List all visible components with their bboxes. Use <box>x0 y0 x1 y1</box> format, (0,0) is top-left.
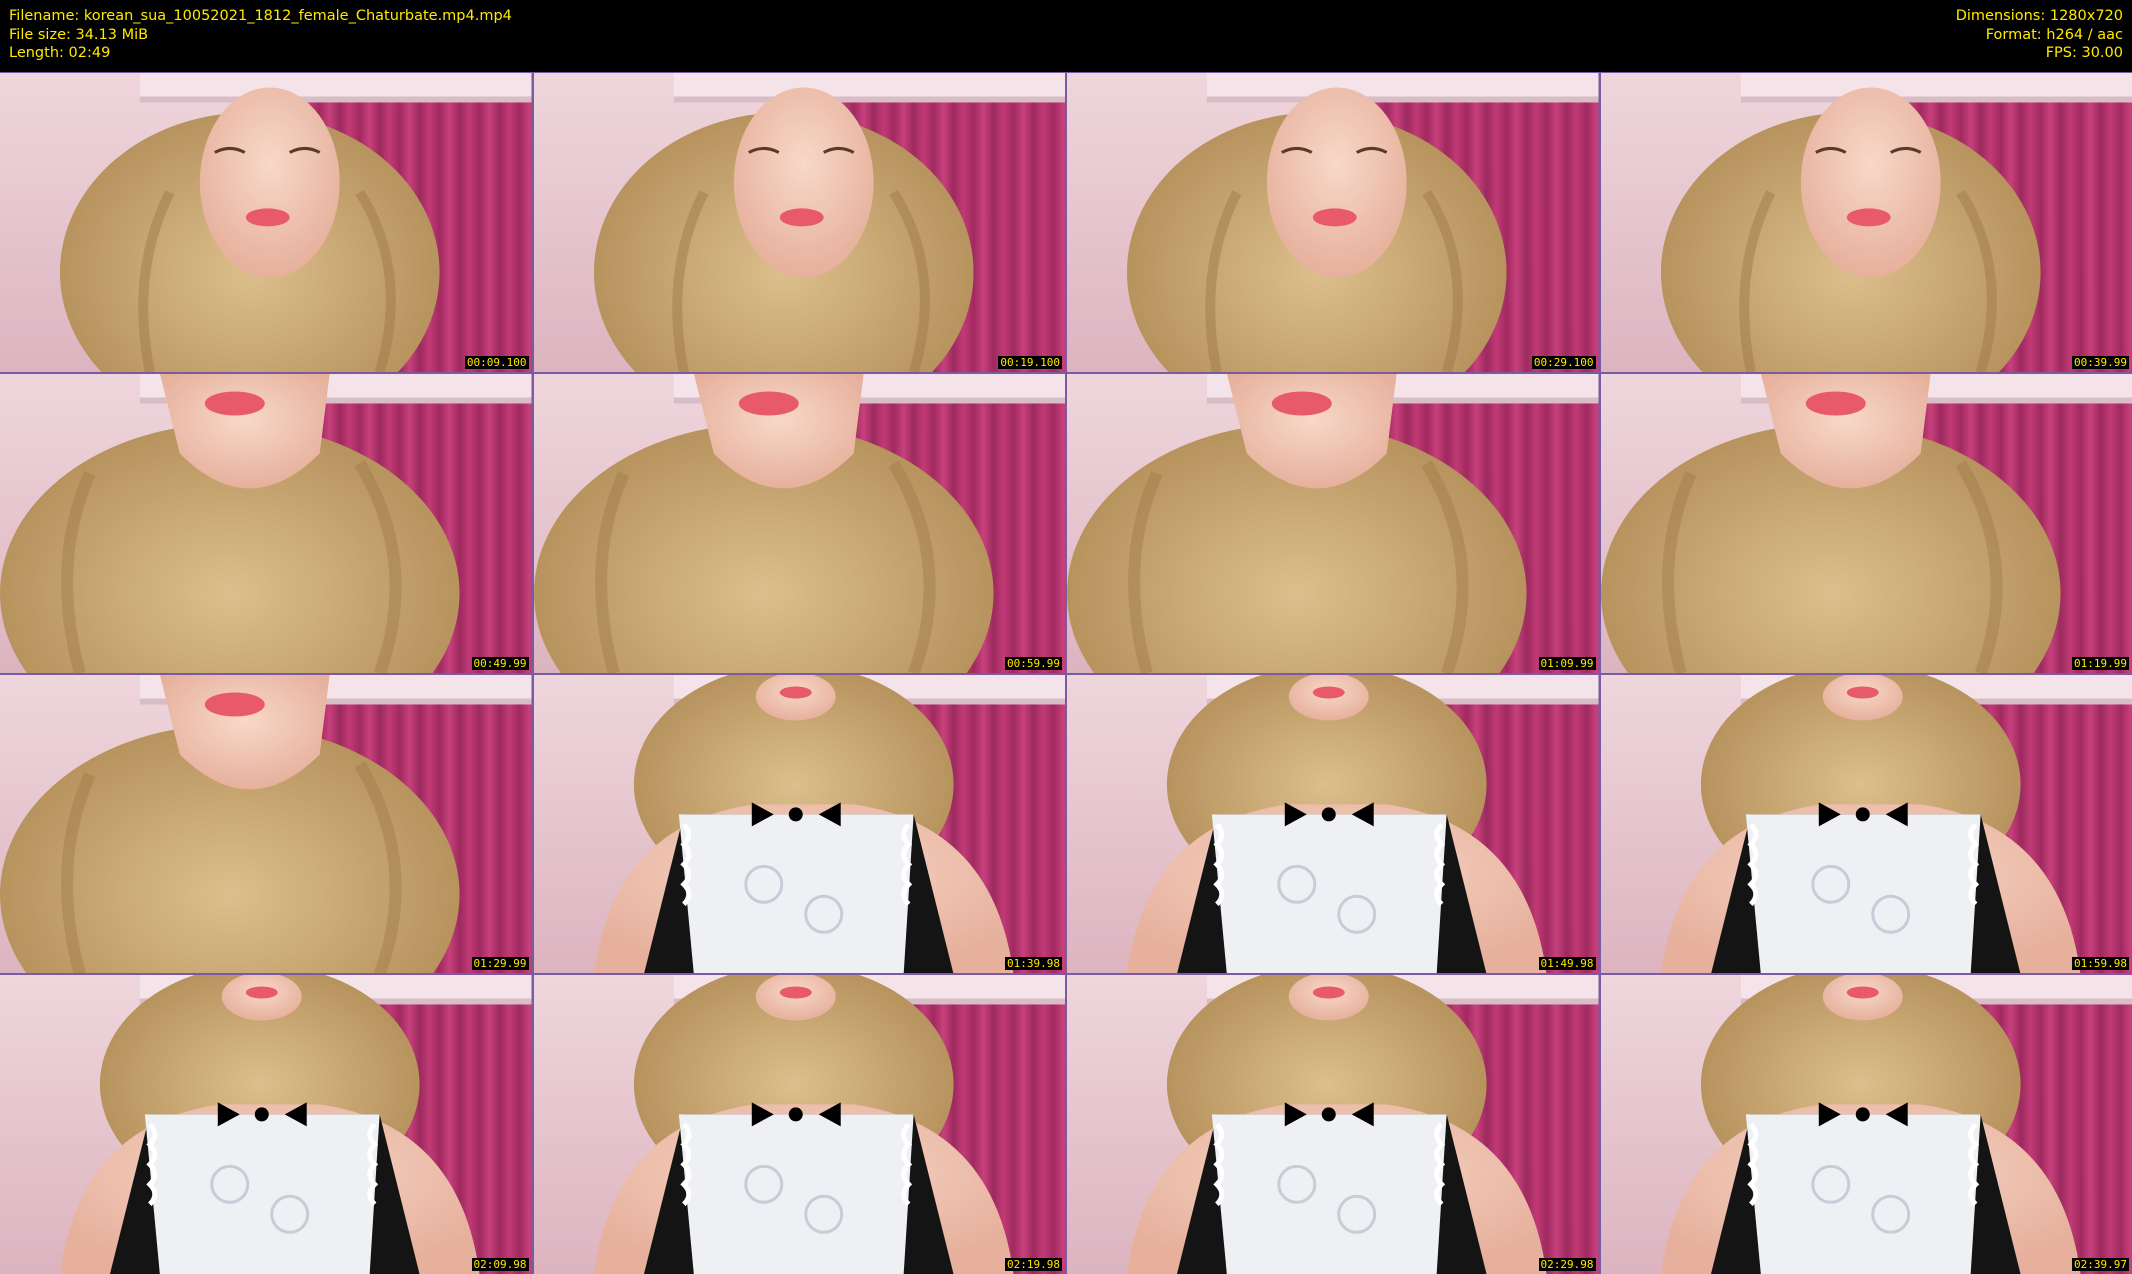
video-frame-thumbnail: 02:39.97 <box>1600 975 2132 1274</box>
frame-image <box>533 73 1065 372</box>
thumbnail-grid: 00:09.100 00:19.100 00:29.100 00:39.99 00:49… <box>0 72 2132 1274</box>
filesize-text: File size: 34.13 MiB <box>9 26 149 43</box>
frame-image <box>533 975 1065 1274</box>
video-frame-thumbnail: 00:19.100 <box>533 73 1065 372</box>
video-frame-thumbnail: 02:09.98 <box>0 975 532 1274</box>
frame-timestamp: 01:39.98 <box>1005 957 1062 971</box>
frame-image <box>0 975 532 1274</box>
frame-image <box>1067 373 1599 673</box>
video-frame-thumbnail: 01:29.99 <box>0 674 532 974</box>
frame-timestamp: 01:09.99 <box>1538 656 1596 670</box>
frame-image <box>0 674 532 974</box>
video-frame-thumbnail: 01:39.98 <box>533 674 1065 974</box>
video-frame-thumbnail: 01:19.99 <box>1600 373 2132 673</box>
video-frame-thumbnail: 00:49.99 <box>0 373 532 673</box>
frame-image <box>1067 674 1599 974</box>
frame-timestamp: 01:29.99 <box>471 957 529 971</box>
video-frame-thumbnail: 01:09.99 <box>1067 373 1599 673</box>
frame-image <box>1600 373 2132 673</box>
video-frame-thumbnail: 01:49.98 <box>1067 674 1599 974</box>
frame-image <box>1600 674 2132 974</box>
video-frame-thumbnail: 00:39.99 <box>1600 73 2132 372</box>
frame-image <box>0 373 532 673</box>
frame-timestamp: 02:29.98 <box>1538 1258 1596 1271</box>
frame-image <box>533 674 1065 974</box>
video-frame-thumbnail: 00:29.100 <box>1067 73 1599 372</box>
frame-timestamp: 01:19.99 <box>2072 656 2129 670</box>
video-info: Dimensions: 1280x720 Format: h264 / aac … <box>1956 7 2123 63</box>
info-header: Filename: korean_sua_10052021_1812_femal… <box>0 0 2132 72</box>
fps-text: FPS: 30.00 <box>2045 45 2123 61</box>
frame-timestamp: 00:59.99 <box>1005 656 1062 670</box>
video-frame-thumbnail: 00:09.100 <box>0 73 532 372</box>
frame-timestamp: 02:39.97 <box>2072 1258 2129 1271</box>
frame-timestamp: 00:49.99 <box>471 656 529 670</box>
frame-image <box>1067 975 1599 1274</box>
length-text: Length: 02:49 <box>9 45 111 61</box>
frame-image <box>0 73 532 372</box>
dimensions-text: Dimensions: 1280x720 <box>1955 8 2123 24</box>
frame-timestamp: 02:19.98 <box>1005 1258 1062 1271</box>
video-frame-thumbnail: 02:29.98 <box>1067 975 1599 1274</box>
frame-timestamp: 00:09.100 <box>464 355 529 369</box>
frame-timestamp: 01:49.98 <box>1538 957 1596 971</box>
file-info: Filename: korean_sua_10052021_1812_femal… <box>9 7 512 63</box>
frame-image <box>1067 73 1599 372</box>
video-frame-thumbnail: 01:59.98 <box>1600 674 2132 974</box>
frame-image <box>533 373 1065 673</box>
filename-text: Filename: korean_sua_10052021_1812_femal… <box>9 8 512 24</box>
frame-image <box>1600 73 2132 372</box>
frame-image <box>1600 975 2132 1274</box>
video-frame-thumbnail: 02:19.98 <box>533 975 1065 1274</box>
video-frame-thumbnail: 00:59.99 <box>533 373 1065 673</box>
frame-timestamp: 00:19.100 <box>998 355 1062 369</box>
frame-timestamp: 02:09.98 <box>471 1258 529 1271</box>
frame-timestamp: 00:29.100 <box>1531 355 1596 369</box>
frame-timestamp: 00:39.99 <box>2072 355 2129 369</box>
frame-timestamp: 01:59.98 <box>2072 957 2129 971</box>
format-text: Format: h264 / aac <box>1985 26 2123 43</box>
